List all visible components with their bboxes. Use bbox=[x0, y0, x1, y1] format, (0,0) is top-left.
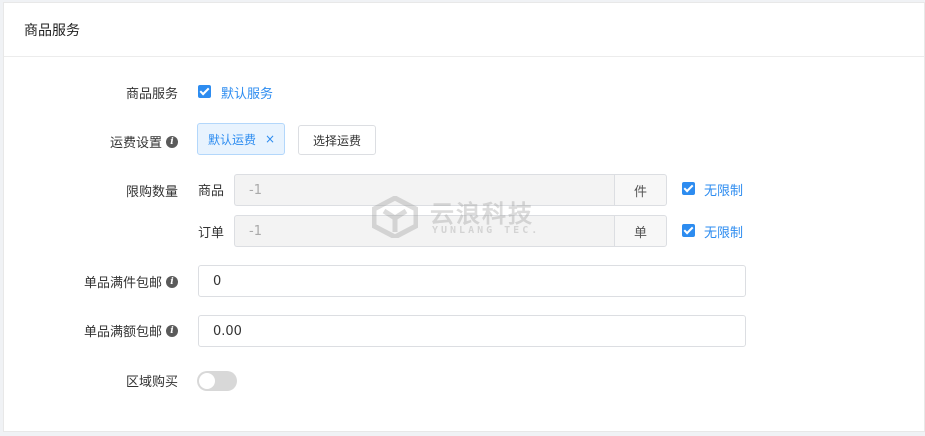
shipping-label: 运费设置 i bbox=[3, 132, 178, 151]
free-by-amount-label: 单品满额包邮 i bbox=[3, 321, 178, 340]
free-by-count-label: 单品满件包邮 i bbox=[3, 272, 178, 291]
limit-label-text: 限购数量 bbox=[125, 185, 178, 200]
service-label-text: 商品服务 bbox=[125, 87, 178, 102]
limit-order-group: -1 单 bbox=[234, 215, 667, 247]
limit-order-input[interactable]: -1 bbox=[234, 215, 614, 247]
limit-product-label: 商品 bbox=[198, 184, 225, 199]
info-icon[interactable]: i bbox=[166, 324, 178, 337]
region-purchase-switch[interactable] bbox=[197, 371, 237, 391]
limit-label: 限购数量 bbox=[3, 181, 178, 200]
info-icon[interactable]: i bbox=[166, 135, 178, 148]
service-label: 商品服务 bbox=[3, 83, 178, 102]
order-unlimited-label[interactable]: 无限制 bbox=[704, 222, 743, 241]
default-shipping-tag: 默认运费 × bbox=[197, 123, 285, 155]
free-by-amount-label-text: 单品满额包邮 bbox=[83, 325, 162, 340]
default-service-checkbox[interactable] bbox=[198, 85, 211, 98]
shipping-label-text: 运费设置 bbox=[109, 136, 162, 151]
region-label-text: 区域购买 bbox=[125, 375, 178, 390]
limit-product-input[interactable]: -1 bbox=[234, 174, 614, 206]
region-label: 区域购买 bbox=[3, 371, 178, 390]
info-icon[interactable]: i bbox=[166, 275, 178, 288]
select-shipping-button[interactable]: 选择运费 bbox=[298, 125, 376, 155]
limit-product-group: -1 件 bbox=[234, 174, 667, 206]
default-service-label[interactable]: 默认服务 bbox=[221, 83, 273, 102]
default-shipping-tag-label: 默认运费 bbox=[208, 132, 257, 147]
free-by-count-label-text: 单品满件包邮 bbox=[83, 276, 162, 291]
switch-knob bbox=[199, 373, 215, 389]
limit-product-unit: 件 bbox=[614, 174, 667, 206]
product-unlimited-checkbox[interactable] bbox=[682, 182, 695, 195]
order-unlimited-checkbox[interactable] bbox=[682, 224, 695, 237]
close-icon[interactable]: × bbox=[265, 132, 275, 146]
limit-order-unit: 单 bbox=[614, 215, 667, 247]
product-unlimited-label[interactable]: 无限制 bbox=[704, 180, 743, 199]
card-title: 商品服务 bbox=[4, 3, 924, 57]
limit-order-label: 订单 bbox=[198, 226, 225, 241]
free-by-amount-input[interactable]: 0.00 bbox=[198, 315, 746, 347]
free-by-count-input[interactable]: 0 bbox=[198, 265, 746, 297]
